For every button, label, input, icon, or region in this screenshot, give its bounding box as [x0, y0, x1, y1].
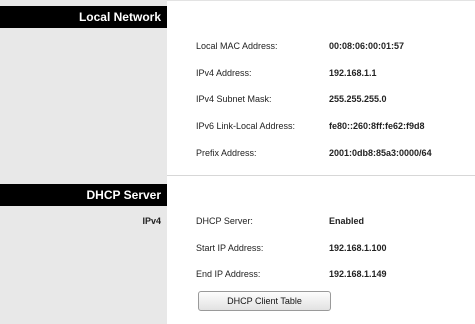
sidebar: [0, 0, 167, 324]
section-divider: [167, 175, 475, 176]
local-mac-row: Local MAC Address: 00:08:06:00:01:57: [196, 41, 475, 55]
dhcp-server-row: DHCP Server: Enabled: [196, 216, 475, 230]
ipv4-sub-label: IPv4: [142, 216, 161, 226]
local-mac-value: 00:08:06:00:01:57: [329, 41, 405, 51]
local-network-header: Local Network: [0, 6, 167, 28]
top-divider: [167, 0, 475, 1]
ipv4-subnet-label: IPv4 Subnet Mask:: [196, 94, 272, 104]
dhcp-client-table-button[interactable]: DHCP Client Table: [198, 291, 331, 311]
local-mac-label: Local MAC Address:: [196, 41, 278, 51]
end-ip-label: End IP Address:: [196, 269, 261, 279]
start-ip-label: Start IP Address:: [196, 243, 264, 253]
ipv6-link-local-row: IPv6 Link-Local Address: fe80::260:8ff:f…: [196, 121, 475, 135]
end-ip-row: End IP Address: 192.168.1.149: [196, 269, 475, 283]
ipv4-subnet-row: IPv4 Subnet Mask: 255.255.255.0: [196, 94, 475, 108]
ipv4-address-value: 192.168.1.1: [329, 68, 377, 78]
ipv4-address-label: IPv4 Address:: [196, 68, 252, 78]
dhcp-server-header: DHCP Server: [0, 184, 167, 206]
prefix-address-label: Prefix Address:: [196, 148, 257, 158]
prefix-address-value: 2001:0db8:85a3:0000/64: [329, 148, 432, 158]
end-ip-value: 192.168.1.149: [329, 269, 387, 279]
ipv4-address-row: IPv4 Address: 192.168.1.1: [196, 68, 475, 82]
dhcp-server-value: Enabled: [329, 216, 365, 226]
start-ip-value: 192.168.1.100: [329, 243, 387, 253]
ipv4-subnet-value: 255.255.255.0: [329, 94, 387, 104]
ipv6-link-local-label: IPv6 Link-Local Address:: [196, 121, 296, 131]
ipv6-link-local-value: fe80::260:8ff:fe62:f9d8: [329, 121, 425, 131]
prefix-address-row: Prefix Address: 2001:0db8:85a3:0000/64: [196, 148, 475, 162]
dhcp-server-label: DHCP Server:: [196, 216, 253, 226]
start-ip-row: Start IP Address: 192.168.1.100: [196, 243, 475, 257]
